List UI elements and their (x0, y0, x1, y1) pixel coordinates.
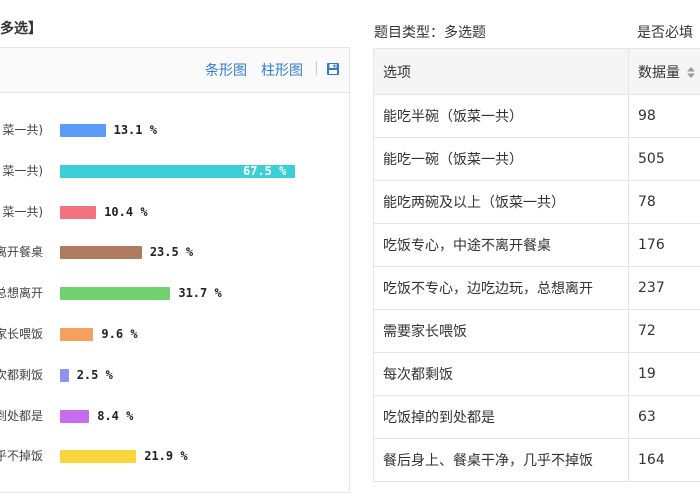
bar-category-label: 菜一共) (2, 204, 43, 219)
bar-value-label: 21.9 % (144, 449, 188, 464)
count-cell: 164 (628, 438, 700, 482)
header-count-label: 数据量 (638, 64, 680, 81)
bar[interactable] (60, 205, 97, 219)
bar-value-label: 23.5 % (149, 245, 194, 260)
bar-value-label: 31.7 % (178, 286, 222, 301)
bar[interactable] (60, 246, 142, 260)
count-cell: 98 (628, 94, 700, 138)
count-cell: 176 (628, 223, 700, 267)
table-row: 能吃半碗（饭菜一共） 98 (373, 94, 700, 138)
table-row: 每次都剩饭 19 (373, 352, 700, 396)
table-row: 餐后身上、餐桌干净，几乎不掉饭 164 (373, 438, 700, 482)
bar-category-label: 乎不掉饭 (0, 449, 43, 464)
bar[interactable] (60, 328, 94, 341)
option-cell: 每次都剩饭 (373, 352, 629, 396)
option-cell: 需要家长喂饭 (373, 309, 629, 353)
count-cell: 78 (628, 180, 700, 224)
table-row: 吃饭专心，中途不离开餐桌 176 (373, 223, 700, 267)
chart-row: 到处都是 8.4 % (0, 396, 350, 437)
table-header-row: 选项 数据量 (373, 48, 700, 95)
bar-category-label: 家长喂饭 (0, 327, 43, 341)
chart-row: 总想离开 31.7 % (0, 273, 350, 314)
bar[interactable] (60, 287, 171, 301)
header-count[interactable]: 数据量 (628, 48, 700, 95)
table-row: 吃饭掉的到处都是 63 (373, 395, 700, 439)
table-row: 能吃一碗（饭菜一共） 505 (373, 137, 700, 181)
toolbar-separator: | (314, 60, 319, 76)
option-cell: 能吃半碗（饭菜一共） (373, 94, 629, 138)
option-cell: 吃饭专心，中途不离开餐桌 (373, 223, 629, 267)
option-cell: 能吃一碗（饭菜一共） (373, 137, 629, 181)
count-cell: 63 (628, 395, 700, 439)
question-type: 题目类型：多选题 (374, 25, 486, 41)
table-row: 吃饭不专心，边吃边玩，总想离开 237 (373, 266, 700, 310)
page-title: 多选】 (0, 21, 42, 37)
chart-row: 乎不掉饭 21.9 % (0, 436, 350, 477)
chart-toolbar: 条形图 柱形图 | (0, 48, 349, 93)
chart-panel: 条形图 柱形图 | 菜一共) 13.1 % 菜一共) 67.5 % 菜一共) 10.4 %… (0, 47, 350, 493)
bar-category-label: 离开餐桌 (0, 245, 43, 260)
bar[interactable] (60, 450, 137, 464)
bar[interactable] (60, 124, 106, 137)
required-label: 是否必填 (637, 25, 693, 41)
save-icon[interactable] (327, 63, 339, 75)
count-cell: 237 (628, 266, 700, 310)
bar[interactable] (60, 368, 69, 382)
chart-row: 菜一共) 10.4 % (0, 192, 350, 233)
bar-value-label: 10.4 % (104, 204, 148, 219)
column-chart-button[interactable]: 柱形图 (261, 60, 303, 80)
header-option: 选项 (373, 48, 629, 95)
count-cell: 505 (628, 137, 700, 181)
bar-value-label: 67.5 % (243, 163, 287, 178)
bar-value-label: 13.1 % (113, 123, 157, 137)
chart-row: 次都剩饭 2.5 % (0, 355, 350, 396)
bar-value-label: 8.4 % (97, 408, 134, 423)
bar[interactable] (60, 409, 90, 423)
chart-row: 离开餐桌 23.5 % (0, 232, 350, 273)
bar-category-label: 总想离开 (0, 286, 43, 301)
option-cell: 吃饭掉的到处都是 (373, 395, 629, 439)
bar-category-label: 菜一共) (2, 163, 43, 178)
option-cell: 能吃两碗及以上（饭菜一共） (373, 180, 629, 224)
count-cell: 72 (628, 309, 700, 353)
bar-value-label: 2.5 % (76, 367, 113, 382)
bar-value-label: 9.6 % (101, 327, 138, 341)
table-row: 需要家长喂饭 72 (373, 309, 700, 353)
option-cell: 吃饭不专心，边吃边玩，总想离开 (373, 266, 629, 310)
table-row: 能吃两碗及以上（饭菜一共） 78 (373, 180, 700, 224)
chart-row: 家长喂饭 9.6 % (0, 314, 350, 355)
header-option-label: 选项 (383, 64, 411, 81)
bar-category-label: 次都剩饭 (0, 367, 43, 382)
chart-row: 菜一共) 13.1 % (0, 110, 350, 151)
bar-chart-button[interactable]: 条形图 (205, 60, 247, 80)
sort-icon[interactable] (687, 67, 696, 78)
data-table: 选项 数据量 能吃半碗（饭菜一共） 98 能吃一碗（饭菜一共） 505 能吃两碗及以上（… (373, 48, 700, 482)
bar-category-label: 菜一共) (2, 123, 43, 137)
chart-row: 菜一共) 67.5 % (0, 151, 350, 192)
bar-category-label: 到处都是 (0, 408, 43, 423)
count-cell: 19 (628, 352, 700, 396)
option-cell: 餐后身上、餐桌干净，几乎不掉饭 (373, 438, 629, 482)
